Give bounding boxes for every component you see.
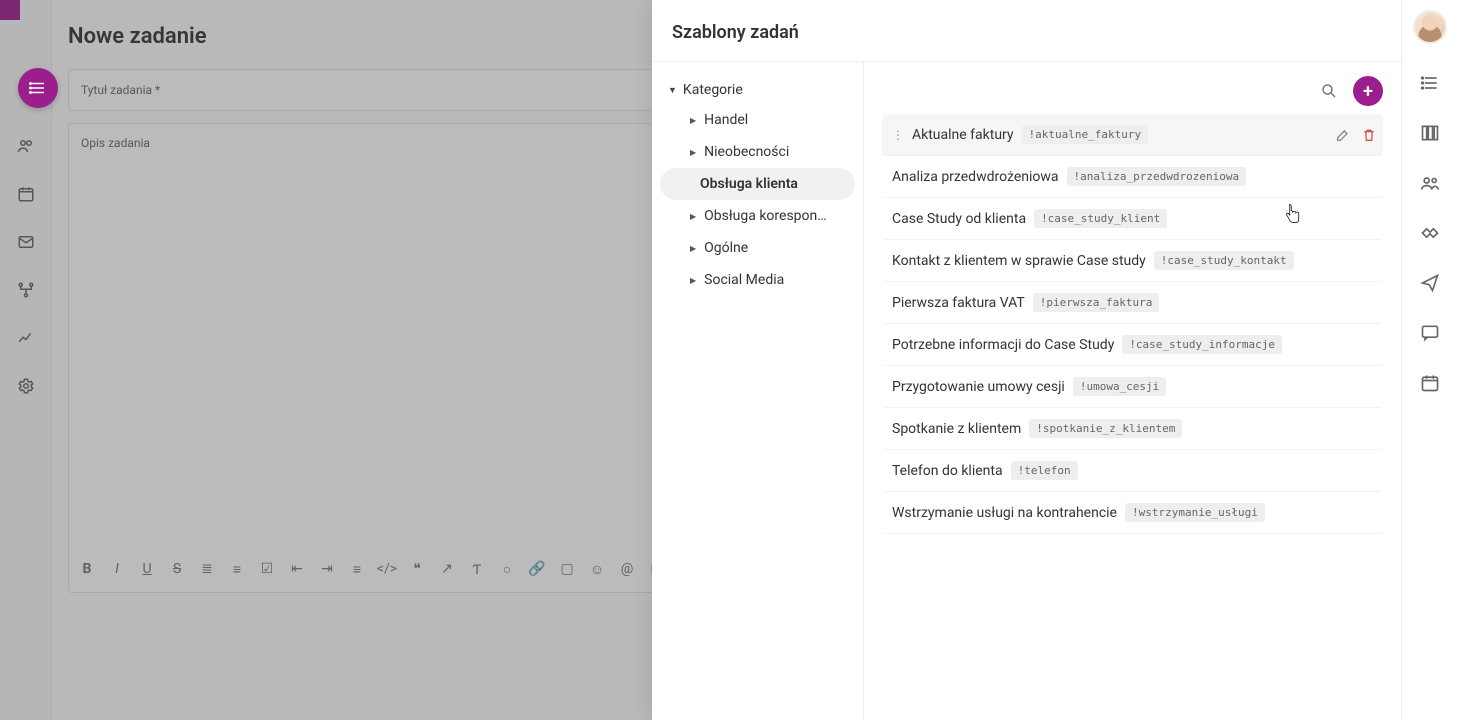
category-root-label: Kategorie — [683, 82, 743, 98]
template-tag: !analiza_przedwdrozeniowa — [1067, 167, 1247, 186]
template-tag: !aktualne_faktury — [1022, 125, 1149, 144]
sheet-title: Szablony zadań — [652, 0, 1401, 62]
team-icon[interactable] — [1419, 172, 1441, 194]
template-row[interactable]: Potrzebne informacji do Case Study !case_… — [882, 324, 1383, 366]
template-name: Aktualne faktury — [912, 127, 1014, 143]
template-tag: !case_study_klient — [1034, 209, 1167, 228]
delete-icon[interactable] — [1361, 127, 1377, 143]
template-tag: !pierwsza_faktura — [1033, 293, 1160, 312]
arrow-right-icon: ▶ — [690, 116, 696, 125]
template-name: Wstrzymanie usługi na kontrahencie — [892, 505, 1117, 521]
template-name: Spotkanie z klientem — [892, 421, 1021, 437]
category-item[interactable]: ▶ Social Media — [660, 264, 855, 296]
category-label: Obsługa klienta — [700, 176, 798, 192]
columns-icon[interactable] — [1419, 122, 1441, 144]
template-name: Pierwsza faktura VAT — [892, 295, 1025, 311]
send-icon[interactable] — [1419, 272, 1441, 294]
category-item[interactable]: Obsługa klienta — [660, 168, 855, 200]
template-tag: !spotkanie_z_klientem — [1029, 419, 1182, 438]
edit-icon[interactable] — [1335, 127, 1351, 143]
template-row[interactable]: Kontakt z klientem w sprawie Case study!… — [882, 240, 1383, 282]
categories-panel: ▼ Kategorie ▶ Handel ▶ Nieobecności Obsługa … — [652, 62, 864, 720]
template-tag: !case_study_kontakt — [1154, 251, 1294, 270]
chat-icon[interactable] — [1419, 322, 1441, 344]
arrow-down-icon: ▼ — [668, 85, 677, 96]
arrow-right-icon: ▶ — [690, 212, 696, 221]
handshake-icon[interactable] — [1419, 222, 1441, 244]
category-item[interactable]: ▶ Handel — [660, 104, 855, 136]
template-list: ⋮ Aktualne faktury !aktualne_faktury Analiz… — [882, 114, 1383, 534]
search-icon[interactable] — [1319, 81, 1339, 101]
template-name: Case Study od klienta — [892, 211, 1026, 227]
arrow-right-icon: ▶ — [690, 276, 696, 285]
template-row[interactable]: Spotkanie z klientem !spotkanie_z_kliente… — [882, 408, 1383, 450]
tasks-fab[interactable] — [18, 68, 58, 108]
template-name: Potrzebne informacji do Case Study — [892, 337, 1114, 353]
templates-sheet: Szablony zadań ▼ Kategorie ▶ Handel ▶ Nieob… — [652, 0, 1401, 720]
template-tag: !umowa_cesji — [1073, 377, 1166, 396]
category-label: Handel — [704, 112, 748, 128]
template-row[interactable]: Analiza przedwdrożeniowa !analiza_przedwd… — [882, 156, 1383, 198]
category-item[interactable]: ▶ Obsługa korespon… — [660, 200, 855, 232]
drag-handle-icon[interactable]: ⋮ — [892, 128, 904, 142]
templates-panel: + ⋮ Aktualne faktury !aktualne_faktury Anal… — [864, 62, 1401, 720]
right-rail — [1401, 0, 1457, 720]
row-actions — [1335, 127, 1377, 143]
calendar2-icon[interactable] — [1419, 372, 1441, 394]
template-tag: !case_study_informacje — [1122, 335, 1282, 354]
category-label: Ogólne — [704, 240, 748, 256]
category-label: Obsługa korespon… — [704, 208, 826, 224]
template-row[interactable]: Case Study od klienta !case_study_klient — [882, 198, 1383, 240]
template-row[interactable]: Telefon do klienta !telefon — [882, 450, 1383, 492]
category-label: Nieobecności — [704, 144, 789, 160]
template-tag: !telefon — [1011, 461, 1078, 480]
arrow-right-icon: ▶ — [690, 244, 696, 253]
category-label: Social Media — [704, 272, 784, 288]
template-name: Kontakt z klientem w sprawie Case study — [892, 253, 1146, 269]
list-icon[interactable] — [1419, 72, 1441, 94]
template-name: Telefon do klienta — [892, 463, 1003, 479]
template-name: Analiza przedwdrożeniowa — [892, 169, 1059, 185]
add-template-button[interactable]: + — [1353, 76, 1383, 106]
template-row[interactable]: Przygotowanie umowy cesji !umowa_cesji — [882, 366, 1383, 408]
template-row[interactable]: ⋮ Aktualne faktury !aktualne_faktury — [882, 114, 1383, 156]
template-row[interactable]: Pierwsza faktura VAT !pierwsza_faktura — [882, 282, 1383, 324]
template-row[interactable]: Wstrzymanie usługi na kontrahencie !wstrz… — [882, 492, 1383, 534]
arrow-right-icon: ▶ — [690, 148, 696, 157]
template-tag: !wstrzymanie_usługi — [1125, 503, 1265, 522]
category-root[interactable]: ▼ Kategorie — [660, 76, 855, 104]
category-item[interactable]: ▶ Nieobecności — [660, 136, 855, 168]
avatar[interactable] — [1413, 10, 1447, 44]
template-name: Przygotowanie umowy cesji — [892, 379, 1065, 395]
category-item[interactable]: ▶ Ogólne — [660, 232, 855, 264]
